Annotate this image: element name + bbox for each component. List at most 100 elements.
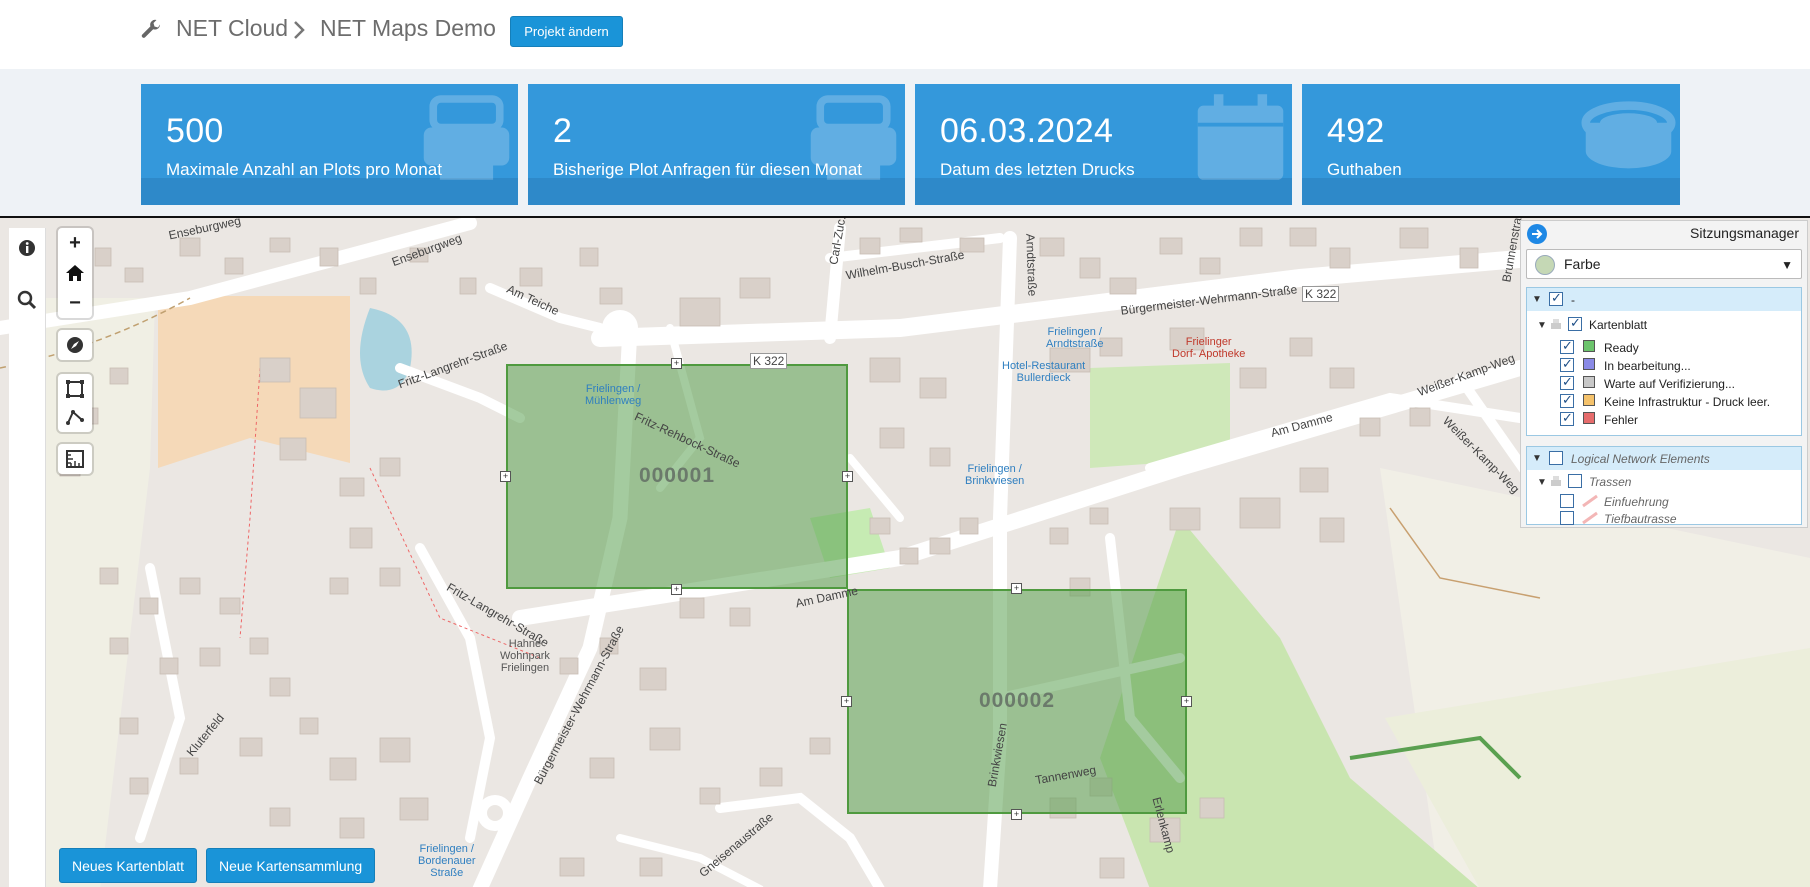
stat-value: 2 <box>553 112 573 150</box>
stat-label: Maximale Anzahl an Plots pro Monat <box>166 160 442 179</box>
legend-swatch <box>1583 358 1595 370</box>
legend-checkbox[interactable] <box>1560 338 1574 354</box>
legend-checkbox[interactable] <box>1560 494 1574 508</box>
search-zoom-icon[interactable] <box>17 290 37 310</box>
collapse-panel-button[interactable] <box>1527 224 1547 244</box>
collapse-toggle[interactable]: ▼ <box>1537 477 1547 488</box>
measure-button[interactable] <box>58 444 92 474</box>
resize-handle[interactable]: + <box>841 696 852 707</box>
group-checkbox[interactable] <box>1549 451 1563 465</box>
chevron-right-icon <box>294 21 305 39</box>
group-title: - <box>1571 293 1575 307</box>
info-icon[interactable] <box>17 238 37 258</box>
layer-checkbox[interactable] <box>1568 315 1582 331</box>
zoom-in-button[interactable]: + <box>58 228 92 258</box>
street-label: Arndtstraße <box>1023 233 1040 297</box>
style-select[interactable]: Farbe ▼ <box>1526 249 1802 279</box>
coins-icon <box>1581 101 1676 169</box>
resize-handle[interactable]: + <box>500 471 511 482</box>
poi-label: Frielinger Dorf- Apotheke <box>1172 336 1246 360</box>
zoom-out-button[interactable]: − <box>58 288 92 318</box>
stat-card-plot-requests: 2 Bisherige Plot Anfragen für diesen Mon… <box>528 84 905 205</box>
poi-label: Hotel-Restaurant Bullerdieck <box>1002 360 1086 384</box>
wrench-icon <box>141 19 161 38</box>
bus-stop-label: Frielingen / Arndtstraße <box>1046 326 1104 350</box>
caret-down-icon: ▼ <box>1781 258 1793 272</box>
plot-id-label: 000002 <box>978 689 1056 712</box>
bus-stop-label: Frielingen / Brinkwiesen <box>965 463 1025 487</box>
breadcrumb-project[interactable]: NET Maps Demo <box>320 15 496 42</box>
draw-polygon-icon[interactable] <box>65 379 85 399</box>
stat-value: 492 <box>1327 112 1385 150</box>
stats-band: 500 Maximale Anzahl an Plots pro Monat 2… <box>0 69 1810 216</box>
group-checkbox[interactable] <box>1549 290 1563 306</box>
plot-id-label: 000001 <box>638 464 716 487</box>
zoom-controls: + − <box>58 228 92 318</box>
draw-line-icon[interactable] <box>65 406 85 426</box>
header: NET Cloud NET Maps Demo Projekt ändern <box>0 0 1810 69</box>
line-style-icon <box>1582 494 1598 508</box>
collapse-toggle[interactable]: ▼ <box>1532 453 1542 464</box>
layer-checkbox[interactable] <box>1568 474 1582 488</box>
layer-name: Kartenblatt <box>1589 318 1648 332</box>
legend-swatch <box>1583 412 1595 424</box>
compass-button[interactable] <box>58 330 92 360</box>
stat-label: Datum des letzten Drucks <box>940 160 1135 179</box>
resize-handle[interactable]: + <box>671 358 682 369</box>
resize-handle[interactable]: + <box>1011 809 1022 820</box>
printer-small-icon <box>1551 476 1561 486</box>
new-collection-button[interactable]: Neue Kartensammlung <box>206 848 376 883</box>
draw-tools <box>58 374 92 432</box>
legend-swatch <box>1583 376 1595 388</box>
panel-title: Sitzungsmanager <box>1690 225 1799 241</box>
change-project-button[interactable]: Projekt ändern <box>510 16 623 47</box>
style-select-value: Farbe <box>1564 256 1601 272</box>
legend-checkbox[interactable] <box>1560 511 1574 525</box>
left-sidebar <box>9 228 46 887</box>
printer-small-icon <box>1551 319 1561 329</box>
legend-label: Einfuehrung <box>1604 495 1669 509</box>
breadcrumb-root[interactable]: NET Cloud <box>176 15 288 42</box>
map-toolbar: + − <box>58 228 92 482</box>
stat-card-balance: 492 Guthaben <box>1302 84 1680 205</box>
resize-handle[interactable]: + <box>842 471 853 482</box>
road-number-label: K 322 <box>750 353 788 369</box>
legend-label: In bearbeitung... <box>1604 359 1691 373</box>
plot-sheet-000001[interactable]: 000001 <box>506 364 848 589</box>
legend-label: Warte auf Verifizierung... <box>1604 377 1735 391</box>
plot-sheet-000002[interactable]: 000002 <box>847 589 1187 814</box>
legend-checkbox[interactable] <box>1560 392 1574 408</box>
legend-label: Tiefbautrasse <box>1604 512 1677 526</box>
collapse-toggle[interactable]: ▼ <box>1532 294 1542 305</box>
legend-label: Keine Infrastruktur - Druck leer. <box>1604 395 1771 409</box>
stat-label: Guthaben <box>1327 160 1402 179</box>
legend-swatch <box>1583 394 1595 406</box>
arrow-right-icon <box>1532 229 1543 239</box>
legend-swatch <box>1583 340 1595 352</box>
road-number-label: K 322 <box>1302 286 1340 302</box>
stat-value: 06.03.2024 <box>940 112 1114 150</box>
session-manager-panel: Sitzungsmanager Farbe ▼ ▼ - ▼ Kartenblat… <box>1520 220 1808 528</box>
map-view[interactable]: 000001 + + + + 000002 + + + + Enseburgwe… <box>0 216 1810 887</box>
bus-stop-label: Frielingen / Bordenauer Straße <box>418 843 476 879</box>
ruler-icon <box>66 450 84 468</box>
home-icon <box>66 265 84 281</box>
legend-checkbox[interactable] <box>1560 410 1574 426</box>
resize-handle[interactable]: + <box>1181 696 1192 707</box>
stat-label: Bisherige Plot Anfragen für diesen Monat <box>553 160 863 179</box>
layer-group-kartenblatt: ▼ - ▼ Kartenblatt Ready In bearbeitung..… <box>1526 287 1802 436</box>
layer-group-logical-network: ▼ Logical Network Elements ▼ Trassen Ein… <box>1526 446 1802 526</box>
stat-value: 500 <box>166 112 224 150</box>
legend-label: Ready <box>1604 341 1639 355</box>
legend-checkbox[interactable] <box>1560 374 1574 390</box>
resize-handle[interactable]: + <box>671 584 682 595</box>
legend-checkbox[interactable] <box>1560 356 1574 372</box>
new-sheet-button[interactable]: Neues Kartenblatt <box>59 848 198 883</box>
stat-card-last-print: 06.03.2024 Datum des letzten Drucks <box>915 84 1292 205</box>
home-button[interactable] <box>58 258 92 288</box>
map-style-icon <box>1535 255 1555 275</box>
legend-label: Fehler <box>1604 413 1639 427</box>
group-title: Logical Network Elements <box>1571 452 1710 466</box>
resize-handle[interactable]: + <box>1011 583 1022 594</box>
collapse-toggle[interactable]: ▼ <box>1537 320 1547 331</box>
